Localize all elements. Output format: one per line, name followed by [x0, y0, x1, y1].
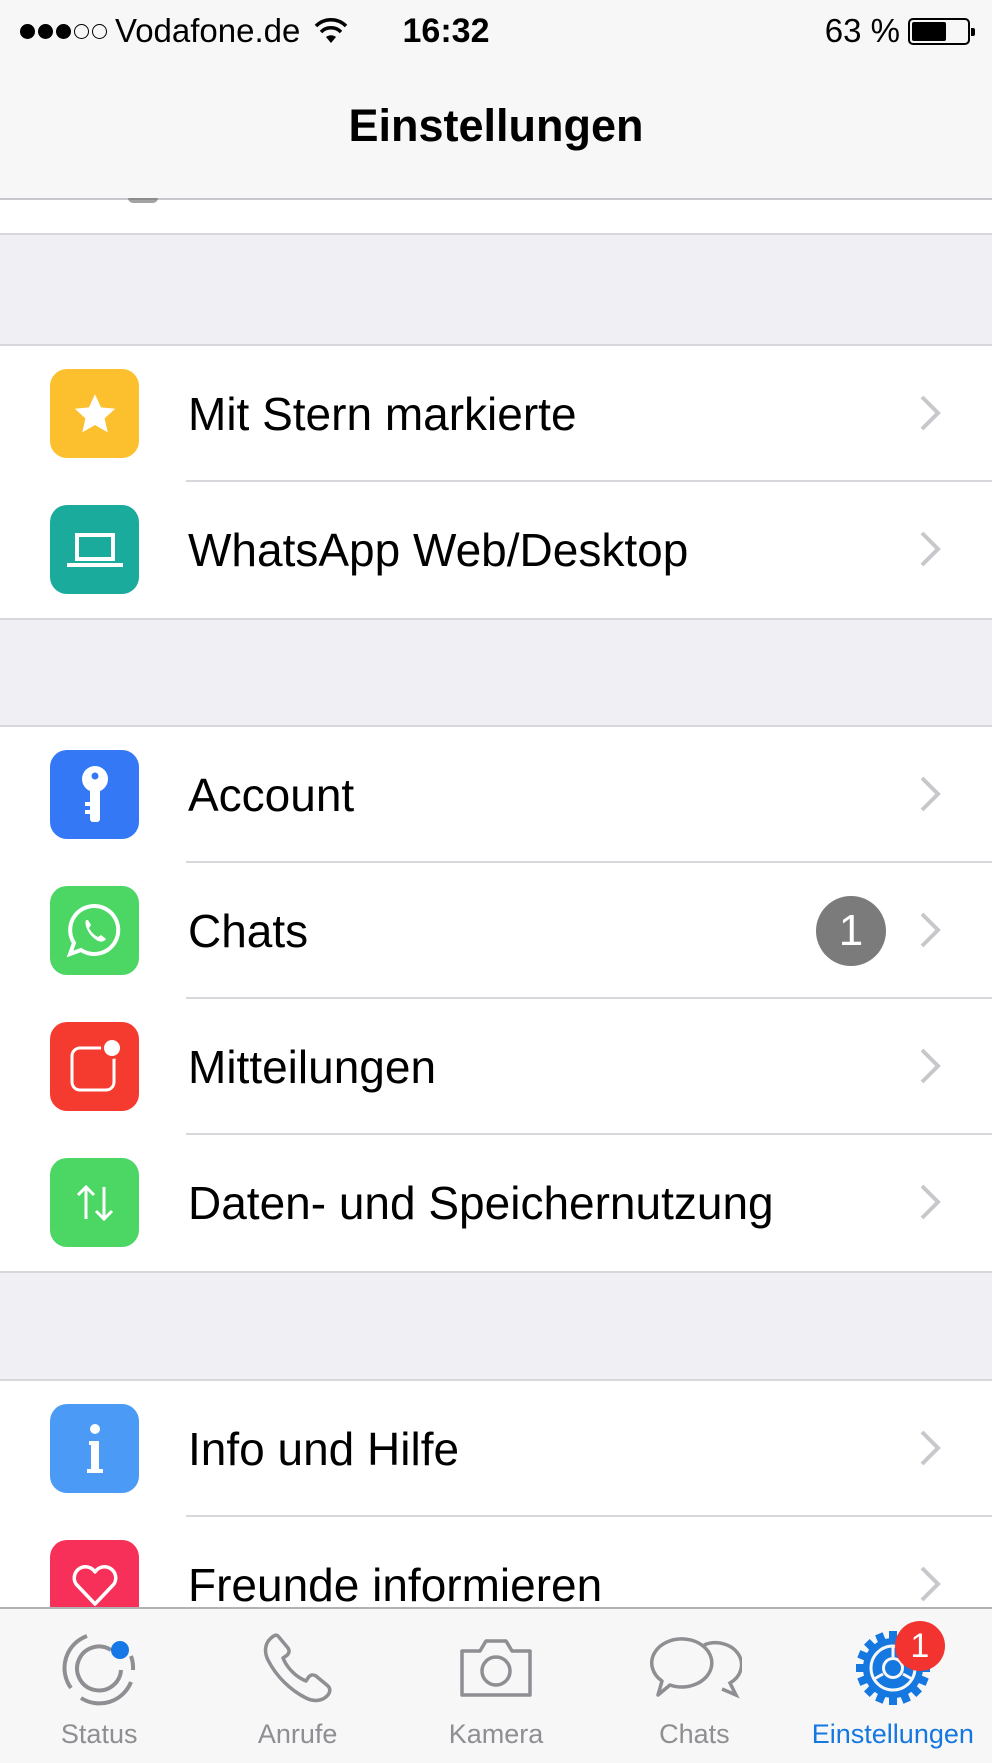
tab-label: Kamera: [448, 1719, 544, 1749]
chevron-right-icon: [920, 531, 941, 567]
key-icon: [50, 750, 139, 839]
settings-item-notifications[interactable]: Mitteilungen: [0, 999, 992, 1135]
chevron-right-icon: [920, 1430, 941, 1466]
data-arrows-icon: [50, 1158, 139, 1247]
info-icon: [50, 1404, 139, 1493]
tab-bar: Status Anrufe Kamera Chats 1 Einstellung…: [0, 1607, 992, 1763]
settings-item-label: WhatsApp Web/Desktop: [188, 524, 689, 576]
clock: 16:32: [402, 12, 490, 50]
heart-icon: [50, 1540, 139, 1611]
tab-chats[interactable]: Chats: [595, 1609, 793, 1763]
chats-icon: [644, 1623, 744, 1713]
settings-group-3: Info und Hilfe Freunde informieren: [0, 1379, 992, 1611]
chevron-right-icon: [920, 776, 941, 812]
laptop-icon: [50, 505, 139, 594]
page-title: Einstellungen: [348, 100, 644, 151]
tab-status[interactable]: Status: [0, 1609, 198, 1763]
settings-item-starred[interactable]: Mit Stern markierte: [0, 346, 992, 482]
carrier-name: Vodafone.de: [115, 12, 301, 49]
settings-item-label: Chats: [188, 905, 309, 957]
settings-item-account[interactable]: Account: [0, 727, 992, 863]
settings-group-1: Mit Stern markierte WhatsApp Web/Desktop: [0, 344, 992, 620]
signal-strength-icon: [20, 23, 107, 39]
phone-icon: [248, 1623, 348, 1713]
tab-calls[interactable]: Anrufe: [198, 1609, 396, 1763]
tab-label: Anrufe: [257, 1719, 338, 1749]
settings-item-chats[interactable]: Chats 1: [0, 863, 992, 999]
settings-item-help[interactable]: Info und Hilfe: [0, 1381, 992, 1517]
settings-item-label: Mitteilungen: [188, 1041, 437, 1093]
tab-label: Einstellungen: [811, 1719, 974, 1749]
settings-item-label: Freunde informieren: [188, 1559, 603, 1611]
camera-icon: [446, 1623, 546, 1713]
navigation-bar: Einstellungen: [0, 62, 992, 200]
settings-item-label: Daten- und Speichernutzung: [188, 1177, 774, 1229]
status-bar: Vodafone.de 16:32 63 %: [0, 0, 992, 62]
unread-count-badge: 1: [816, 896, 886, 966]
wifi-icon: [314, 17, 348, 45]
settings-item-label: Mit Stern markierte: [188, 388, 577, 440]
tab-label: Chats: [659, 1719, 730, 1749]
battery-icon: [908, 17, 975, 45]
chevron-right-icon: [920, 1048, 941, 1084]
settings-group-2: Account Chats 1 Mitteilungen Daten- und …: [0, 725, 992, 1273]
tab-settings[interactable]: 1 Einstellungen: [794, 1609, 992, 1763]
tab-label: Status: [60, 1719, 138, 1749]
battery-percentage: 63 %: [824, 12, 900, 49]
settings-item-label: Info und Hilfe: [188, 1423, 460, 1475]
avatar: [128, 198, 158, 203]
settings-item-tell-friends[interactable]: Freunde informieren: [0, 1517, 992, 1611]
profile-row-partial[interactable]: [0, 198, 992, 235]
star-icon: [50, 369, 139, 458]
chevron-right-icon: [920, 1184, 941, 1220]
settings-gear-icon: 1: [843, 1621, 945, 1713]
settings-item-label: Account: [188, 769, 355, 821]
chevron-right-icon: [920, 395, 941, 431]
whatsapp-icon: [50, 886, 139, 975]
notification-icon: [50, 1022, 139, 1111]
status-icon: [49, 1623, 149, 1713]
tab-camera[interactable]: Kamera: [397, 1609, 595, 1763]
settings-item-whatsapp-web[interactable]: WhatsApp Web/Desktop: [0, 482, 992, 618]
settings-item-data-storage[interactable]: Daten- und Speichernutzung: [0, 1135, 992, 1271]
chevron-right-icon: [920, 1566, 941, 1602]
chevron-right-icon: [920, 912, 941, 948]
settings-notification-badge: 1: [894, 1621, 945, 1671]
